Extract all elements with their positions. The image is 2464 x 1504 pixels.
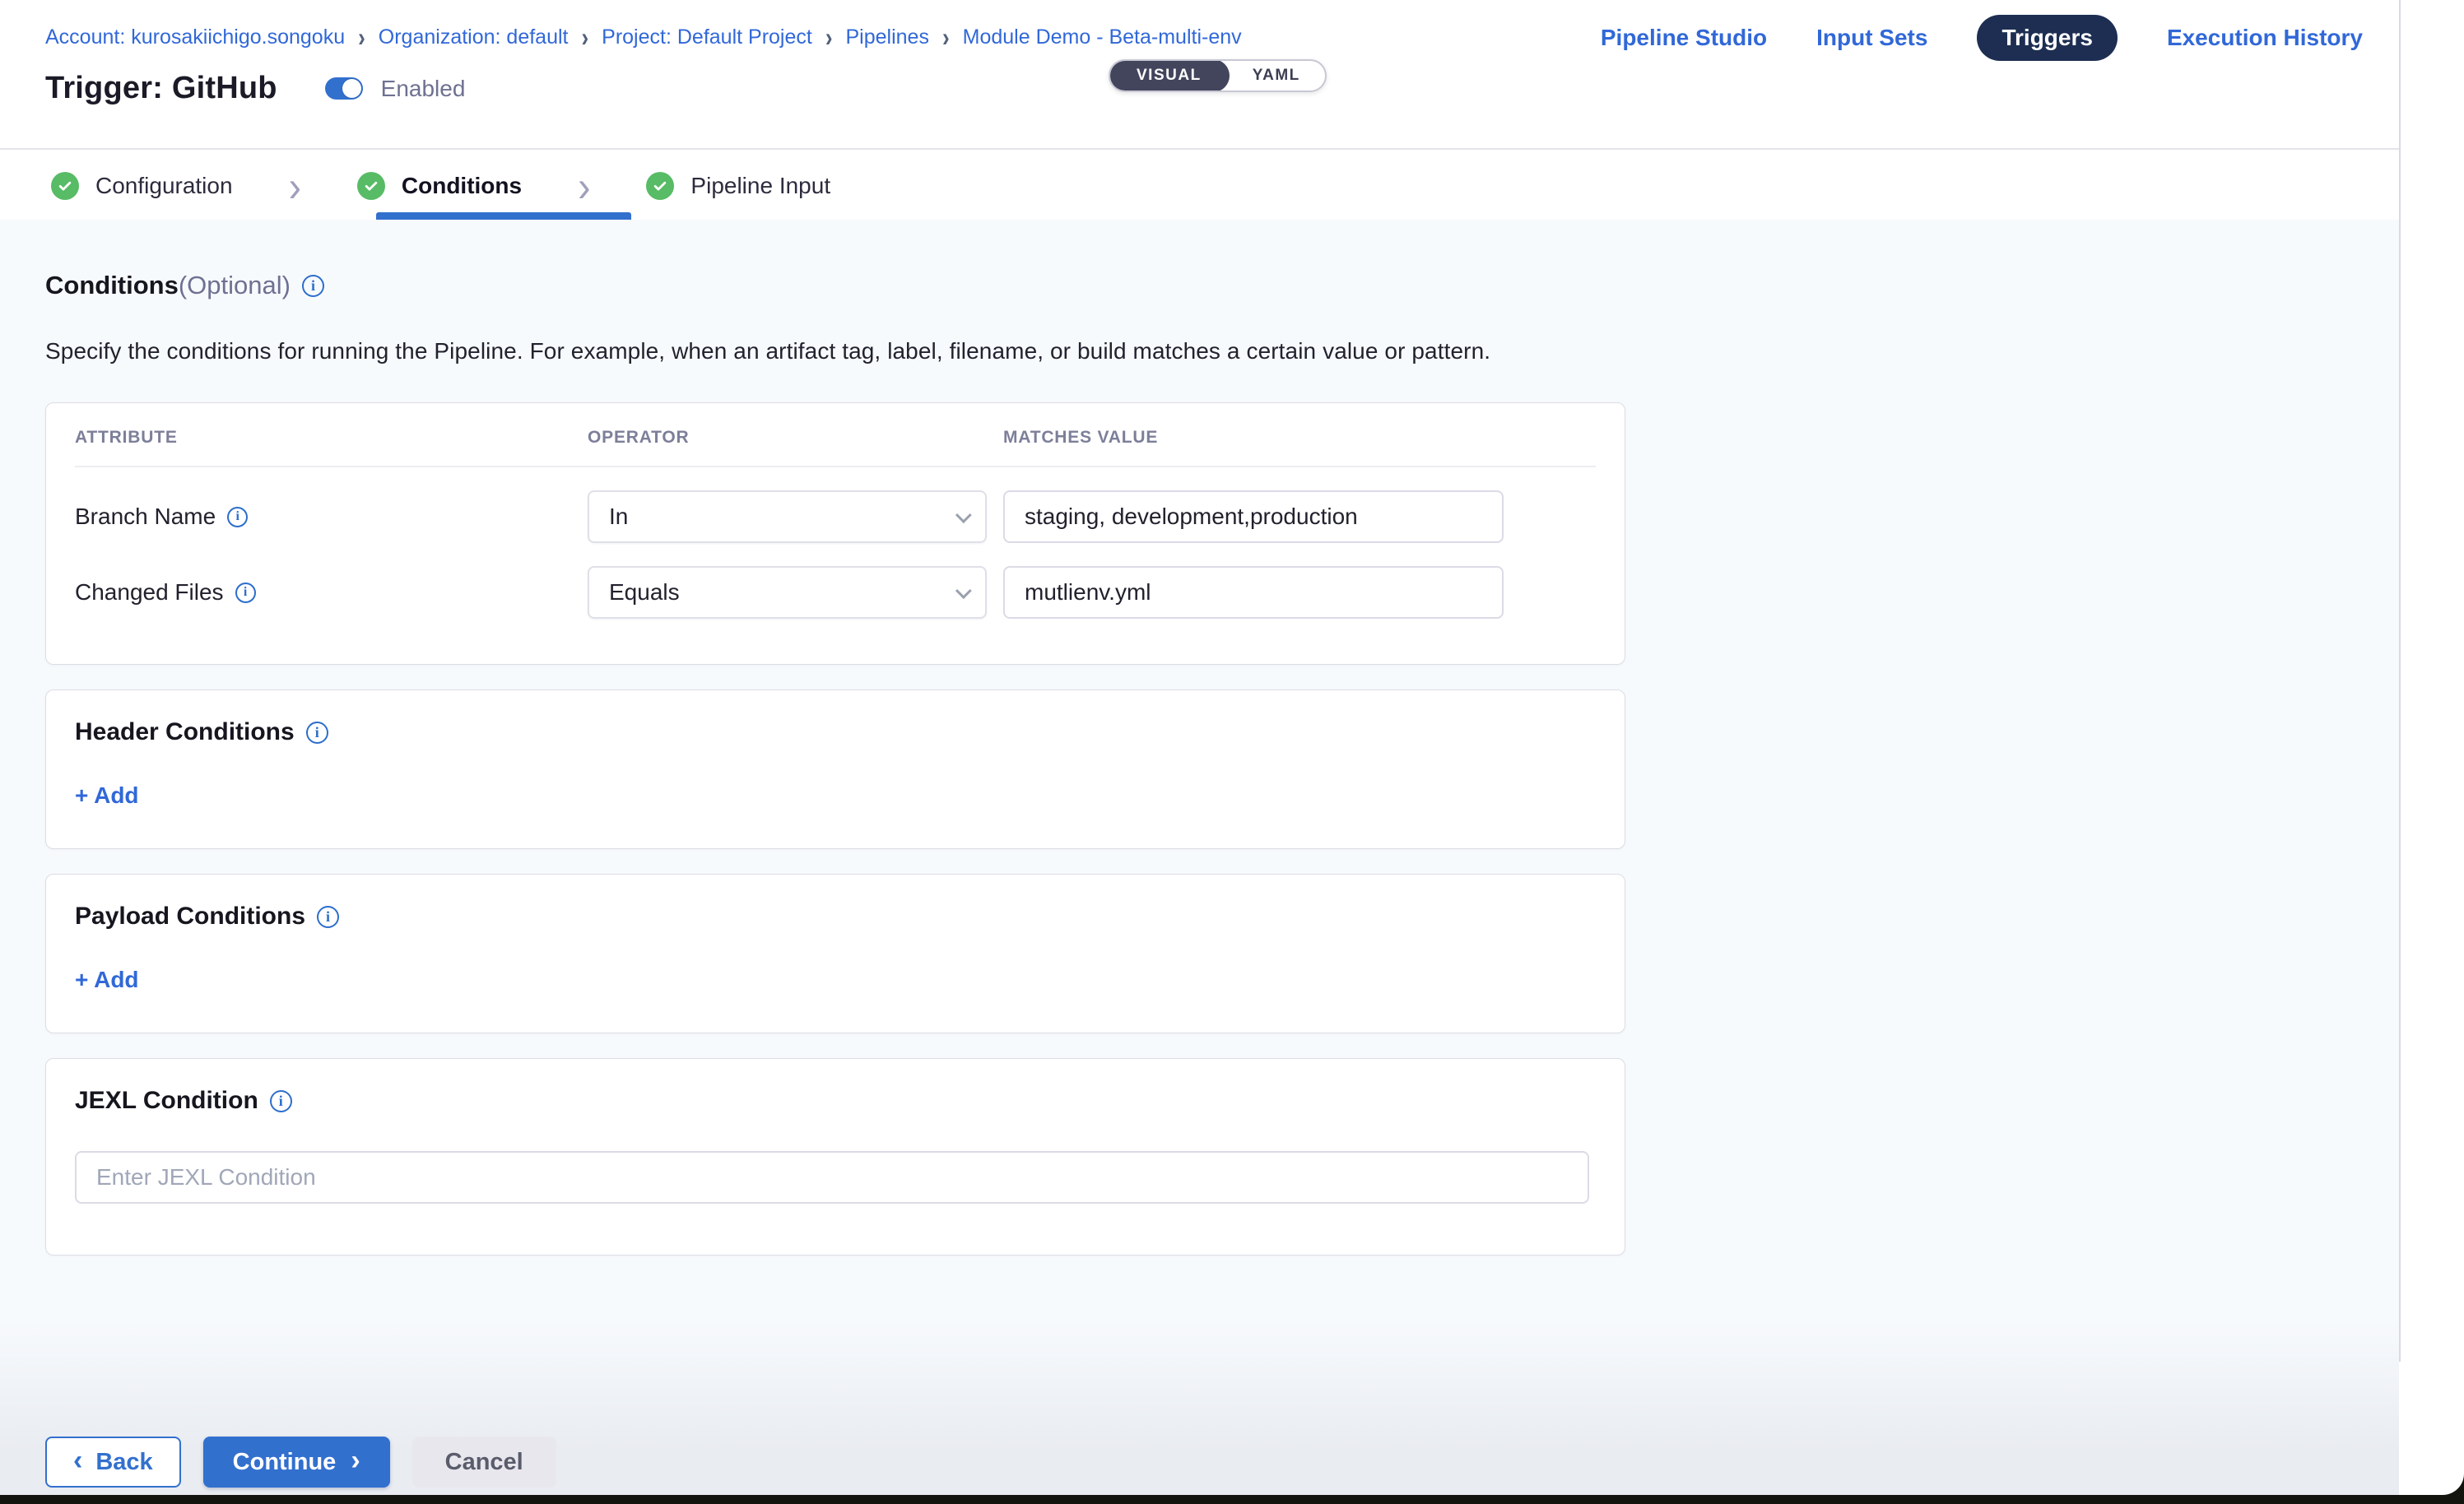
check-icon bbox=[51, 172, 79, 200]
nav-input-sets[interactable]: Input Sets bbox=[1816, 25, 1927, 51]
check-icon bbox=[646, 172, 674, 200]
breadcrumb-pipeline-name[interactable]: Module Demo - Beta-multi-env bbox=[963, 26, 1242, 49]
conditions-description: Specify the conditions for running the P… bbox=[45, 338, 2399, 364]
nav-triggers-active[interactable]: Triggers bbox=[1977, 15, 2117, 61]
pipeline-top-nav: Pipeline Studio Input Sets Triggers Exec… bbox=[1601, 15, 2363, 61]
chevron-down-icon bbox=[955, 507, 972, 523]
column-header-operator: OPERATOR bbox=[588, 428, 1003, 448]
payload-conditions-card: Payload Conditions i + Add bbox=[45, 874, 1625, 1033]
cancel-button[interactable]: Cancel bbox=[412, 1437, 556, 1488]
jexl-condition-card: JEXL Condition i bbox=[45, 1058, 1625, 1256]
breadcrumb-separator-icon: › bbox=[942, 21, 950, 53]
chevron-right-icon: › bbox=[351, 1446, 360, 1474]
back-button[interactable]: ‹ Back bbox=[45, 1437, 181, 1488]
nav-execution-history[interactable]: Execution History bbox=[2167, 25, 2363, 51]
jexl-condition-title: JEXL Condition bbox=[75, 1087, 258, 1115]
add-payload-condition-button[interactable]: + Add bbox=[75, 967, 139, 993]
header-conditions-title: Header Conditions bbox=[75, 718, 295, 746]
yaml-segment[interactable]: YAML bbox=[1228, 61, 1325, 91]
info-icon[interactable]: i bbox=[306, 722, 328, 744]
column-header-matches-value: MATCHES VALUE bbox=[1003, 428, 1596, 448]
continue-button[interactable]: Continue › bbox=[203, 1437, 390, 1488]
branch-name-label: Branch Name i bbox=[75, 504, 588, 530]
branch-name-value-input[interactable] bbox=[1003, 490, 1504, 543]
selected-operator: In bbox=[609, 504, 628, 530]
visual-yaml-toggle: VISUAL YAML bbox=[1109, 59, 1327, 92]
continue-button-label: Continue bbox=[233, 1449, 337, 1476]
chevron-right-icon: › bbox=[289, 164, 301, 207]
changed-files-operator-select[interactable]: Equals bbox=[588, 566, 987, 619]
info-icon[interactable]: i bbox=[235, 583, 256, 603]
attribute-label: Branch Name bbox=[75, 504, 216, 530]
tab-label: Configuration bbox=[95, 173, 233, 199]
tab-pipeline-input[interactable]: Pipeline Input bbox=[646, 172, 830, 200]
trigger-title-row: Trigger: GitHub Enabled bbox=[45, 71, 465, 106]
changed-files-value-input[interactable] bbox=[1003, 566, 1504, 619]
breadcrumb-account[interactable]: Account: kurosakiichigo.songoku bbox=[45, 26, 345, 49]
add-header-condition-button[interactable]: + Add bbox=[75, 782, 139, 809]
wizard-tab-bar: Configuration › Conditions › Pipeline In… bbox=[0, 151, 2399, 220]
conditions-table-card: ATTRIBUTE OPERATOR MATCHES VALUE Branch … bbox=[45, 402, 1625, 665]
wizard-footer: ‹ Back Continue › Cancel bbox=[0, 1318, 2399, 1495]
tab-configuration[interactable]: Configuration bbox=[51, 172, 233, 200]
column-header-attribute: ATTRIBUTE bbox=[75, 428, 588, 448]
info-icon[interactable]: i bbox=[302, 275, 324, 297]
tab-label: Pipeline Input bbox=[690, 173, 830, 199]
breadcrumb-pipelines[interactable]: Pipelines bbox=[846, 26, 929, 49]
app-window: Account: kurosakiichigo.songoku › Organi… bbox=[0, 0, 2464, 1495]
selected-operator: Equals bbox=[609, 579, 680, 606]
conditions-optional-label: (Optional) bbox=[179, 271, 291, 300]
breadcrumb-organization[interactable]: Organization: default bbox=[379, 26, 569, 49]
branch-name-operator-select[interactable]: In bbox=[588, 490, 987, 543]
right-panel-divider bbox=[2399, 0, 2401, 1362]
info-icon[interactable]: i bbox=[227, 507, 248, 527]
info-icon[interactable]: i bbox=[317, 906, 339, 928]
enabled-label: Enabled bbox=[381, 76, 466, 102]
payload-conditions-title: Payload Conditions bbox=[75, 903, 305, 931]
chevron-down-icon bbox=[955, 583, 972, 599]
conditions-panel: Conditions (Optional) i Specify the cond… bbox=[0, 220, 2399, 1495]
breadcrumb-separator-icon: › bbox=[581, 21, 588, 53]
info-icon[interactable]: i bbox=[270, 1090, 292, 1112]
breadcrumb: Account: kurosakiichigo.songoku › Organi… bbox=[45, 25, 1242, 50]
header-conditions-card: Header Conditions i + Add bbox=[45, 689, 1625, 849]
enabled-toggle[interactable] bbox=[325, 77, 363, 100]
tab-label: Conditions bbox=[402, 173, 522, 199]
conditions-heading: Conditions bbox=[45, 271, 179, 300]
breadcrumb-project[interactable]: Project: Default Project bbox=[602, 26, 812, 49]
breadcrumb-separator-icon: › bbox=[825, 21, 833, 53]
conditions-heading-row: Conditions (Optional) i bbox=[45, 271, 2399, 300]
attribute-label: Changed Files bbox=[75, 579, 224, 606]
cancel-button-label: Cancel bbox=[445, 1449, 523, 1476]
changed-files-label: Changed Files i bbox=[75, 579, 588, 606]
breadcrumb-separator-icon: › bbox=[358, 21, 365, 53]
page-header: Account: kurosakiichigo.songoku › Organi… bbox=[0, 0, 2399, 150]
jexl-condition-input[interactable] bbox=[75, 1151, 1589, 1204]
toggle-knob bbox=[342, 79, 361, 98]
tab-conditions[interactable]: Conditions bbox=[357, 172, 522, 200]
check-icon bbox=[357, 172, 385, 200]
back-button-label: Back bbox=[95, 1449, 152, 1476]
visual-segment[interactable]: VISUAL bbox=[1109, 59, 1230, 92]
page-title: Trigger: GitHub bbox=[45, 71, 277, 106]
active-tab-underline bbox=[376, 212, 631, 220]
nav-pipeline-studio[interactable]: Pipeline Studio bbox=[1601, 25, 1767, 51]
chevron-right-icon: › bbox=[578, 164, 590, 207]
chevron-left-icon: ‹ bbox=[73, 1446, 82, 1474]
